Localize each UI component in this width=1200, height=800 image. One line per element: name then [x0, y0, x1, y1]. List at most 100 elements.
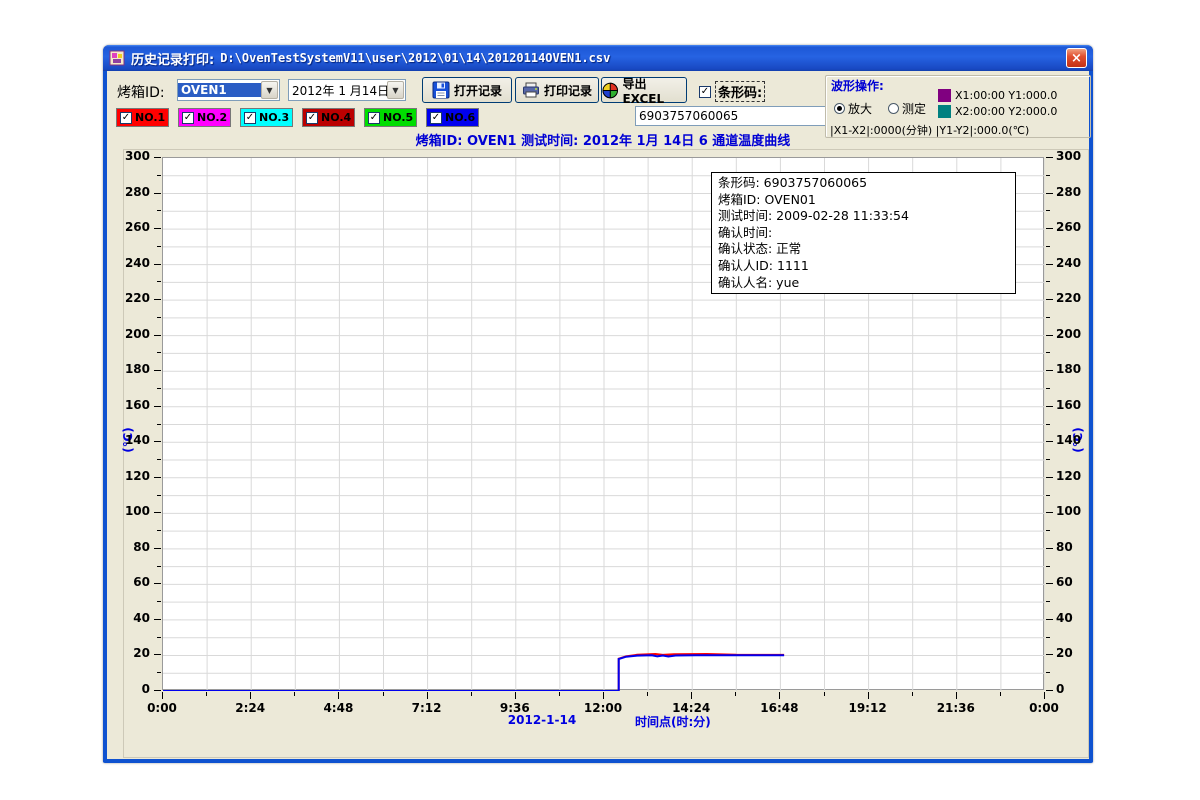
y-axis-tick	[1046, 672, 1050, 673]
x-axis-tick	[250, 692, 251, 699]
x-axis-tick	[206, 692, 207, 696]
y-axis-tick	[1046, 335, 1053, 336]
y-axis-tick-label: 280	[118, 185, 150, 199]
chevron-down-icon[interactable]: ▼	[387, 81, 404, 99]
info-line: 测试时间: 2009-02-28 11:33:54	[718, 208, 1009, 225]
x-axis-tick	[1000, 692, 1001, 696]
channel-checkbox-no1[interactable]: ✓NO.1	[116, 108, 169, 127]
y-axis-tick	[154, 157, 161, 158]
checkbox-icon: ✓	[699, 86, 711, 98]
y-axis-tick	[1046, 619, 1053, 620]
y-axis-tick	[154, 477, 161, 478]
y-axis-tick-label: 20	[1056, 646, 1088, 660]
y-axis-tick-label: 60	[118, 575, 150, 589]
x-axis-tick	[515, 692, 516, 699]
y-axis-tick-label: 220	[1056, 291, 1088, 305]
y-axis-tick	[1046, 459, 1050, 460]
y-axis-tick-label: 40	[118, 611, 150, 625]
y-axis-tick-label: 280	[1056, 185, 1088, 199]
y-axis-tick	[154, 299, 161, 300]
y-axis-tick	[1046, 388, 1050, 389]
x-axis-tick-label: 12:00	[578, 701, 628, 715]
x-axis-tick	[912, 692, 913, 696]
barcode-label: 条形码:	[715, 81, 765, 102]
x-axis-tick-label: 7:12	[402, 701, 452, 715]
x-axis-tick	[691, 692, 692, 699]
y-axis-tick	[157, 530, 161, 531]
y-axis-tick	[1046, 317, 1050, 318]
floppy-disk-icon	[432, 81, 450, 99]
x-axis-tick-label: 0:00	[1019, 701, 1069, 715]
marker1-coords: X1:00:00 Y1:000.0	[955, 89, 1057, 102]
title-bar: 历史记录打印: D:\OvenTestSystemV11\user\2012\0…	[103, 45, 1093, 71]
y-axis-tick-label: 100	[118, 504, 150, 518]
open-record-button[interactable]: 打开记录	[422, 77, 512, 103]
marker2-coords: X2:00:00 Y2:000.0	[955, 105, 1057, 118]
pie-chart-icon	[602, 82, 618, 99]
radio-zoom[interactable]: 放大	[834, 100, 872, 117]
y-axis-tick	[157, 388, 161, 389]
y-axis-tick	[157, 672, 161, 673]
y-axis-tick	[157, 352, 161, 353]
y-axis-tick-label: 20	[118, 646, 150, 660]
barcode-input[interactable]	[635, 106, 826, 126]
y-axis-tick-label: 300	[1056, 149, 1088, 163]
y-axis-tick	[157, 210, 161, 211]
radio-measure[interactable]: 测定	[888, 100, 926, 117]
y-axis-tick-label: 160	[1056, 398, 1088, 412]
channel-checkbox-no3[interactable]: ✓NO.3	[240, 108, 293, 127]
x-axis-tick	[735, 692, 736, 696]
checkbox-icon: ✓	[182, 112, 194, 124]
y-axis-tick	[1046, 495, 1050, 496]
close-button[interactable]: ×	[1066, 48, 1087, 68]
y-axis-tick	[1046, 477, 1053, 478]
x-axis-tick	[162, 692, 163, 699]
export-excel-button[interactable]: 导出EXCEL	[601, 77, 687, 103]
print-record-button[interactable]: 打印记录	[515, 77, 599, 103]
y-axis-tick	[1046, 637, 1050, 638]
x-axis-tick-label: 21:36	[931, 701, 981, 715]
oven-id-select[interactable]: OVEN1 ▼	[177, 79, 280, 101]
chevron-down-icon[interactable]: ▼	[261, 81, 278, 99]
y-axis-tick	[1046, 690, 1053, 691]
channel-checkbox-no4[interactable]: ✓NO.4	[302, 108, 355, 127]
y-axis-tick	[1046, 228, 1053, 229]
y-axis-tick	[1046, 512, 1053, 513]
y-axis-tick	[154, 583, 161, 584]
x-axis-tick-label: 0:00	[137, 701, 187, 715]
barcode-checkbox[interactable]: ✓ 条形码:	[699, 81, 765, 102]
channel-checkbox-no6[interactable]: ✓NO.6	[426, 108, 479, 127]
y-axis-tick-label: 180	[118, 362, 150, 376]
y-axis-tick-label: 0	[118, 682, 150, 696]
checkbox-icon: ✓	[244, 112, 256, 124]
x-axis-tick	[383, 692, 384, 696]
y-axis-tick	[154, 619, 161, 620]
y-axis-tick	[1046, 157, 1053, 158]
info-line: 确认状态: 正常	[718, 241, 1009, 258]
x-axis-date-label: 2012-1-14	[487, 713, 597, 727]
x-axis-tick-label: 9:36	[490, 701, 540, 715]
y-axis-tick	[154, 548, 161, 549]
y-axis-tick	[1046, 370, 1053, 371]
y-axis-tick	[157, 317, 161, 318]
waveform-title: 波形操作:	[831, 77, 884, 94]
channel-checkbox-no5[interactable]: ✓NO.5	[364, 108, 417, 127]
y-axis-tick-label: 40	[1056, 611, 1088, 625]
y-axis-tick-label: 120	[1056, 469, 1088, 483]
waveform-panel: 波形操作: 放大 测定 X1:00:00 Y1:000.0 X2:00:00 Y…	[825, 75, 1091, 138]
y-axis-tick-label: 300	[118, 149, 150, 163]
oven-id-value: OVEN1	[178, 83, 261, 97]
marker1-swatch	[938, 89, 951, 102]
y-axis-tick	[1046, 175, 1050, 176]
y-axis-tick	[1046, 654, 1053, 655]
y-axis-tick	[157, 459, 161, 460]
y-axis-tick	[154, 690, 161, 691]
info-box: 条形码: 6903757060065 烤箱ID: OVEN01 测试时间: 20…	[711, 172, 1016, 294]
y-axis-tick	[154, 370, 161, 371]
date-select[interactable]: 2012年 1 月14日 ▼	[288, 79, 406, 101]
y-axis-tick-label: 100	[1056, 504, 1088, 518]
x-axis-tick	[868, 692, 869, 699]
x-axis-tick	[559, 692, 560, 696]
y-axis-tick-label: 200	[118, 327, 150, 341]
channel-checkbox-no2[interactable]: ✓NO.2	[178, 108, 231, 127]
